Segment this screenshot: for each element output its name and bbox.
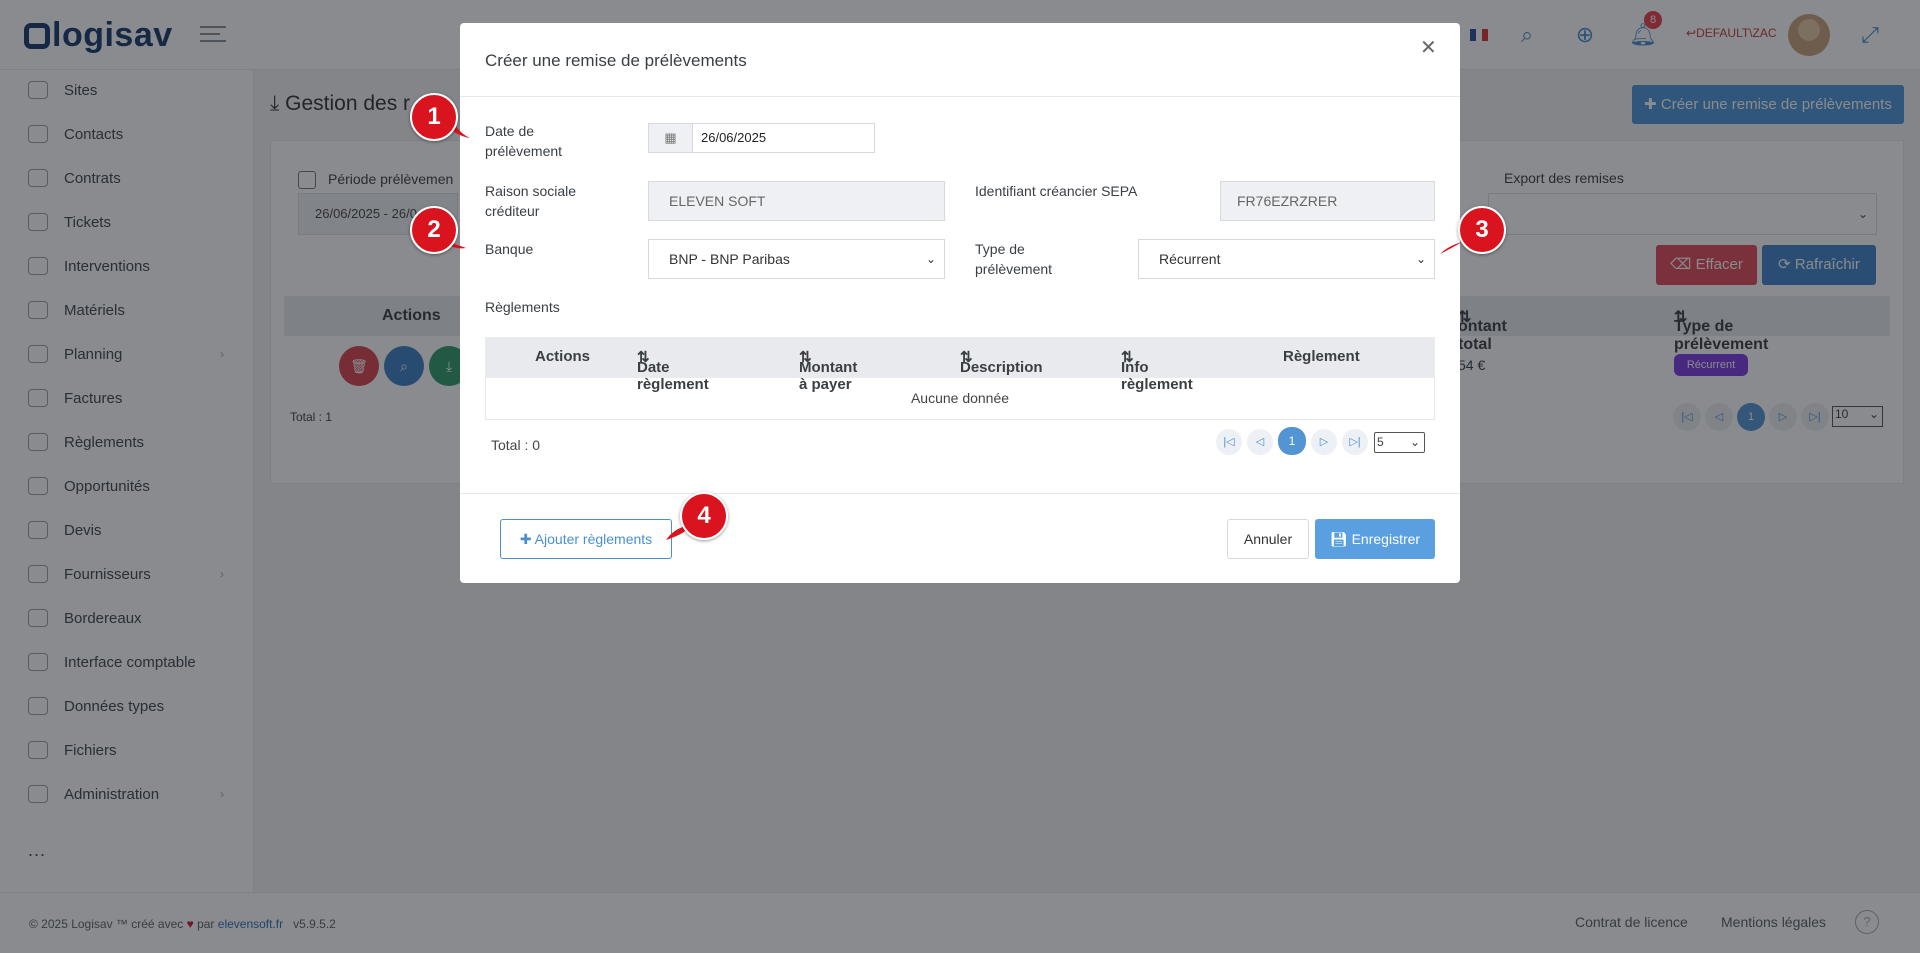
callout-badge-2: 2	[410, 206, 458, 254]
callout-tails	[440, 108, 1470, 540]
callout-badge-3: 3	[1458, 206, 1506, 254]
callout-badge-1: 1	[410, 93, 458, 141]
callout-badge-4: 4	[680, 492, 728, 540]
